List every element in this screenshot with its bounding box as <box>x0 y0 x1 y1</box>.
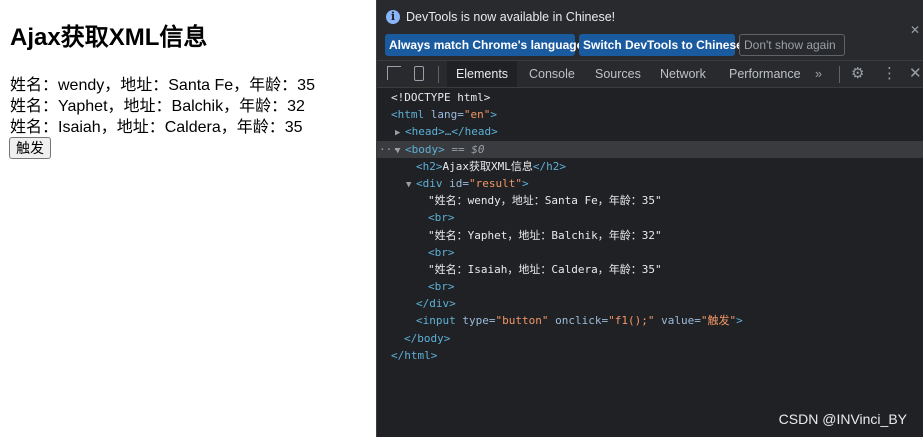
node-text: "姓名：Yaphet，地址：Balchik，年龄：32" <box>428 228 662 242</box>
tag-text: > <box>490 108 497 122</box>
watermark: CSDN @INVinci_BY <box>778 411 907 427</box>
tag-text: > <box>521 176 529 190</box>
tag-text: <input <box>416 314 456 328</box>
attr-value: "f1();" <box>608 314 655 328</box>
dom-node[interactable]: </body> <box>377 330 923 347</box>
page-viewport: Ajax获取XML信息 姓名：wendy，地址：Santa Fe，年龄：35 姓… <box>0 0 376 437</box>
tab-performance[interactable]: Performance <box>729 61 801 87</box>
tag-text: <div <box>416 176 443 190</box>
info-icon: i <box>386 10 400 24</box>
tag-text: <br> <box>428 245 455 259</box>
tag-text: </html> <box>391 348 438 362</box>
devtools-tabbar: Elements Console Sources Network Perform… <box>377 61 923 88</box>
always-match-language-button[interactable]: Always match Chrome's language <box>385 34 583 56</box>
result-line: 姓名：Isaiah，地址：Caldera，年龄：35 <box>10 119 303 136</box>
dom-node[interactable]: ▶ <head>…</head> <box>377 123 923 140</box>
tab-console[interactable]: Console <box>529 61 575 87</box>
device-toolbar-icon[interactable] <box>414 66 424 81</box>
dom-node[interactable]: "姓名：wendy，地址：Santa Fe，年龄：35" <box>377 192 923 209</box>
trigger-button[interactable]: 触发 <box>9 137 51 159</box>
result-line: 姓名：wendy，地址：Santa Fe，年龄：35 <box>10 77 315 94</box>
node-text: "姓名：Isaiah，地址：Caldera，年龄：35" <box>428 262 662 276</box>
dom-node[interactable]: <input type="button" onclick="f1();" val… <box>377 312 923 329</box>
attr-value: "result" <box>469 176 522 190</box>
dom-node-selected[interactable]: ··· ▼ <body> == $0 <box>377 140 923 158</box>
attr-name: id <box>449 176 463 190</box>
dom-node[interactable]: <br> <box>377 209 923 226</box>
dom-node[interactable]: </html> <box>377 347 923 364</box>
dom-node[interactable]: ▼ <div id="result"> <box>377 175 923 192</box>
dom-node[interactable]: <br> <box>377 244 923 261</box>
result-container: 姓名：wendy，地址：Santa Fe，年龄：35 姓名：Yaphet，地址：… <box>10 75 315 138</box>
inspect-element-icon[interactable] <box>387 66 401 80</box>
selected-marker: == $0 <box>451 142 485 156</box>
page-heading: Ajax获取XML信息 <box>10 24 208 51</box>
gear-icon[interactable]: ⚙ <box>851 66 864 82</box>
tag-text: <body> <box>405 142 445 156</box>
language-infobar: i DevTools is now available in Chinese! … <box>377 0 923 61</box>
switch-to-chinese-button[interactable]: Switch DevTools to Chinese <box>579 34 743 56</box>
dom-node[interactable]: "姓名：Yaphet，地址：Balchik，年龄：32" <box>377 227 923 244</box>
attr-name: onclick <box>555 314 602 328</box>
attr-value: "button" <box>495 314 549 328</box>
kebab-menu-icon[interactable]: ⋮ <box>882 66 897 82</box>
close-icon[interactable]: ✕ <box>910 23 920 37</box>
node-text: Ajax获取XML信息 <box>442 159 533 173</box>
tab-elements[interactable]: Elements <box>447 61 517 87</box>
devtools-panel: i DevTools is now available in Chinese! … <box>376 0 923 437</box>
attr-value: "en" <box>463 108 491 122</box>
dom-node[interactable]: <h2>Ajax获取XML信息</h2> <box>377 158 923 175</box>
tag-text: <html <box>391 108 425 122</box>
attr-name: value <box>661 314 695 328</box>
tag-text: <h2> <box>416 159 443 173</box>
tag-text: <br> <box>428 280 455 294</box>
dom-node[interactable]: "姓名：Isaiah，地址：Caldera，年龄：35" <box>377 261 923 278</box>
dom-node[interactable]: <html lang="en"> <box>377 106 923 123</box>
tag-text: > <box>736 314 743 328</box>
attr-name: type <box>462 314 489 328</box>
divider <box>839 66 840 83</box>
dom-node[interactable]: <br> <box>377 278 923 295</box>
more-tabs-button[interactable]: » <box>815 61 822 87</box>
ellipsis-icon[interactable]: ··· <box>379 141 399 158</box>
tag-text: </div> <box>416 297 456 311</box>
attr-value: "触发" <box>700 314 737 328</box>
tab-network[interactable]: Network <box>660 61 706 87</box>
infobar-message: DevTools is now available in Chinese! <box>406 10 616 24</box>
doctype-text: <!DOCTYPE html> <box>391 91 491 104</box>
tag-text: </h2> <box>532 159 566 173</box>
dom-tree: <!DOCTYPE html> <html lang="en"> ▶ <head>… <box>377 89 923 364</box>
attr-name: lang <box>430 108 458 122</box>
tab-sources[interactable]: Sources <box>595 61 641 87</box>
node-text: "姓名：wendy，地址：Santa Fe，年龄：35" <box>428 194 662 208</box>
close-devtools-icon[interactable]: ✕ <box>909 66 922 82</box>
tag-text: <br> <box>428 211 455 225</box>
dont-show-again-button[interactable]: Don't show again <box>739 34 845 56</box>
tag-text: <head>…</head> <box>405 125 498 139</box>
dom-node[interactable]: </div> <box>377 295 923 312</box>
dom-node[interactable]: <!DOCTYPE html> <box>377 89 923 106</box>
divider <box>438 66 439 83</box>
result-line: 姓名：Yaphet，地址：Balchik，年龄：32 <box>10 98 305 115</box>
tag-text: </body> <box>404 331 451 345</box>
